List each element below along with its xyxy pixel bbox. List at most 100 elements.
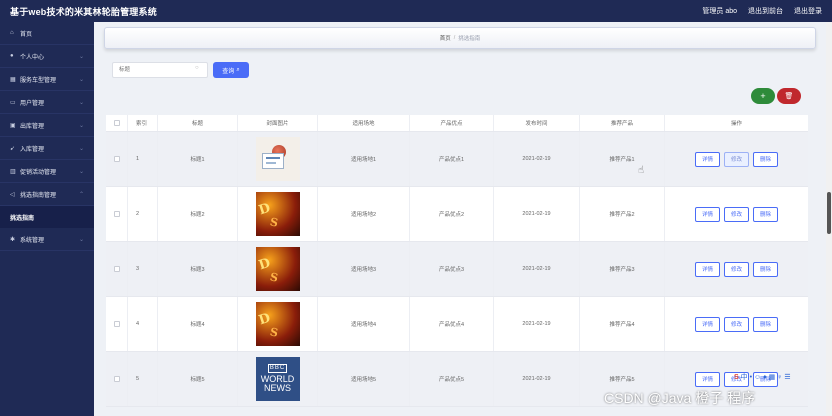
sidebar-item-users[interactable]: ▭ 用户管理 ⌄ — [0, 91, 94, 114]
users-icon: ▭ — [10, 99, 16, 106]
cell-title: 标题3 — [158, 242, 238, 296]
row-checkbox[interactable] — [113, 266, 120, 272]
chevron-down-icon: ⌄ — [78, 236, 84, 243]
logout-link[interactable]: 退出登录 — [794, 6, 822, 16]
search-button[interactable]: 查询 ⌕ — [213, 62, 249, 78]
detail-button[interactable]: 详情 — [694, 371, 720, 387]
grid-icon: ▦ — [10, 76, 16, 83]
sidebar: ⌂ 首页 ● 个人中心 ⌄ ▦ 服务车型管理 ⌄ ▭ 用户管理 ⌄ ▣ 出库管理… — [0, 22, 94, 416]
edit-button[interactable]: 修改 — [723, 151, 749, 167]
batch-delete-button[interactable]: 🗑 — [777, 88, 801, 104]
chevron-down-icon: ⌄ — [78, 99, 84, 106]
header-time: 发布时间 — [494, 115, 580, 131]
cell-place: 适用场地2 — [318, 187, 410, 241]
cell-time: 2021-02-19 — [494, 187, 580, 241]
edit-button[interactable]: 修改 — [723, 206, 749, 222]
cell-index: 5 — [128, 352, 158, 406]
cell-place: 适用场地4 — [318, 297, 410, 351]
sidebar-item-label: 用户管理 — [20, 100, 45, 107]
cover-image: BBC WORLD NEWS — [255, 357, 300, 401]
back-to-front-link[interactable]: 退出到前台 — [748, 6, 783, 16]
cell-index: 2 — [128, 187, 158, 241]
cover-image: DS — [255, 302, 300, 346]
edit-button[interactable]: 修改 — [723, 316, 749, 332]
cell-time: 2021-02-19 — [494, 352, 580, 406]
sidebar-item-home[interactable]: ⌂ 首页 — [0, 22, 94, 45]
sidebar-item-guide[interactable]: ◁ 挑选指南管理 ⌃ — [0, 183, 94, 206]
news-thumb-line2: NEWS — [264, 383, 291, 394]
main-content: 首页 / 挑选指南 ○ 查询 ⌕ + 🗑 索引 标题 封面图片 适用场地 产品优… — [94, 22, 832, 416]
add-button[interactable]: + — [751, 88, 775, 104]
search-button-label: 查询 — [222, 68, 235, 75]
user-icon: ● — [10, 53, 14, 59]
sidebar-item-profile[interactable]: ● 个人中心 ⌄ — [0, 45, 94, 68]
search-icon: ⌕ — [236, 66, 240, 73]
detail-button[interactable]: 详情 — [694, 261, 720, 277]
sidebar-item-label: 促销活动管理 — [20, 169, 57, 176]
chevron-down-icon: ⌄ — [78, 145, 84, 152]
select-all-checkbox[interactable] — [113, 120, 120, 126]
row-checkbox[interactable] — [113, 321, 120, 327]
cell-index: 3 — [128, 242, 158, 296]
cell-index: 4 — [128, 297, 158, 351]
header-cover: 封面图片 — [238, 115, 318, 131]
cell-advantage: 产品优点2 — [410, 187, 494, 241]
cell-advantage: 产品优点4 — [410, 297, 494, 351]
edit-button[interactable]: 修改 — [723, 261, 749, 277]
guide-icon: ◁ — [10, 191, 15, 198]
data-table: 索引 标题 封面图片 适用场地 产品优点 发布时间 推荐产品 操作 1 标题1 … — [106, 115, 808, 407]
sidebar-item-label: 系统管理 — [20, 237, 45, 244]
sidebar-item-label: 入库管理 — [20, 146, 45, 153]
sidebar-item-inbound[interactable]: ➹ 入库管理 ⌄ — [0, 137, 94, 160]
ime-logo-icon: S — [734, 373, 739, 381]
table-row: 2 标题2 DS 适用场地2 产品优点2 2021-02-19 推荐产品2 详情… — [106, 187, 808, 242]
search-input[interactable] — [112, 62, 208, 78]
vertical-scrollbar[interactable] — [826, 22, 832, 416]
breadcrumb-home[interactable]: 首页 — [440, 34, 451, 42]
sidebar-item-promotions[interactable]: ▥ 促销活动管理 ⌄ — [0, 160, 94, 183]
cover-image — [255, 137, 300, 181]
scrollbar-thumb[interactable] — [827, 192, 831, 234]
header-advantage: 产品优点 — [410, 115, 494, 131]
delete-button[interactable]: 删除 — [753, 316, 779, 332]
sidebar-item-label: 挑选指南管理 — [20, 192, 57, 199]
cell-product: 推荐产品3 — [580, 242, 665, 296]
cover-image: DS — [255, 247, 300, 291]
breadcrumb: 首页 / 挑选指南 — [104, 27, 816, 49]
row-checkbox[interactable] — [113, 376, 120, 382]
detail-button[interactable]: 详情 — [694, 151, 720, 167]
sidebar-item-label: 首页 — [20, 31, 33, 38]
sidebar-item-outbound[interactable]: ▣ 出库管理 ⌄ — [0, 114, 94, 137]
header-actions: 操作 — [730, 121, 742, 127]
table-row: 1 标题1 适用场地1 产品优点1 2021-02-19 推荐产品1 详情 修改… — [106, 132, 808, 187]
cell-title: 标题5 — [158, 352, 238, 406]
sidebar-subitem-guide[interactable]: 挑选指南 — [0, 206, 94, 228]
cell-advantage: 产品优点1 — [410, 132, 494, 186]
chevron-down-icon: ⌄ — [78, 76, 84, 83]
table-header: 索引 标题 封面图片 适用场地 产品优点 发布时间 推荐产品 操作 — [106, 115, 808, 132]
sidebar-item-label: 服务车型管理 — [20, 77, 57, 84]
chevron-down-icon: ⌄ — [78, 53, 84, 60]
row-checkbox[interactable] — [113, 156, 120, 162]
cell-product: 推荐产品2 — [580, 187, 665, 241]
search-icon: ○ — [195, 65, 199, 71]
top-right-links: 管理员 abo 退出到前台 退出登录 — [702, 6, 822, 16]
cover-image: DS — [255, 192, 300, 236]
sidebar-item-car-models[interactable]: ▦ 服务车型管理 ⌄ — [0, 68, 94, 91]
ime-tools: 中 • ☺ ♦ ▦ ♀ ☰ — [740, 374, 791, 381]
sidebar-item-system[interactable]: ✱ 系统管理 ⌄ — [0, 228, 94, 251]
delete-button[interactable]: 删除 — [753, 151, 779, 167]
chevron-down-icon: ⌄ — [78, 122, 84, 129]
hand-cursor-icon: ☝ — [638, 165, 645, 176]
delete-button[interactable]: 删除 — [753, 206, 779, 222]
row-checkbox[interactable] — [113, 211, 120, 217]
header-title: 标题 — [158, 115, 238, 131]
cell-place: 适用场地3 — [318, 242, 410, 296]
detail-button[interactable]: 详情 — [694, 206, 720, 222]
watermark: CSDN @Java 橙子 程序 — [604, 390, 756, 406]
detail-button[interactable]: 详情 — [694, 316, 720, 332]
arrow-in-icon: ➹ — [10, 145, 16, 152]
delete-button[interactable]: 删除 — [753, 261, 779, 277]
cell-place: 适用场地1 — [318, 132, 410, 186]
cell-title: 标题1 — [158, 132, 238, 186]
